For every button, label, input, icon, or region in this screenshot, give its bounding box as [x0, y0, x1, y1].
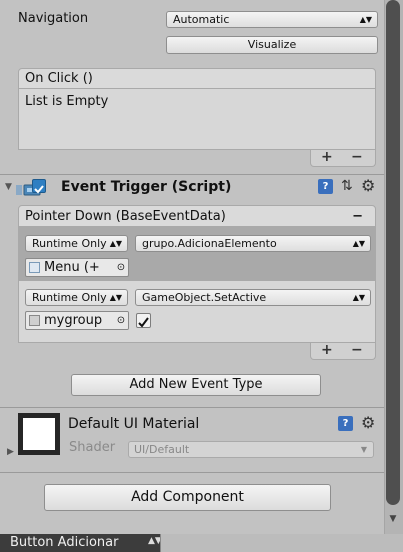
runtime-dropdown-1[interactable]: Runtime Only ▲▼ — [25, 235, 128, 252]
foldout-arrow-icon[interactable]: ▼ — [5, 182, 12, 192]
pointer-down-list: Runtime Only ▲▼ grupo.AdicionaElemento ▲… — [18, 227, 376, 343]
shader-label: Shader — [69, 440, 116, 455]
event-trigger-title: Event Trigger (Script) — [61, 179, 232, 195]
on-click-add-button[interactable]: + — [321, 149, 333, 165]
on-click-footer: + − — [310, 149, 376, 167]
add-new-event-type-button[interactable]: Add New Event Type — [71, 374, 321, 396]
section-divider — [0, 472, 384, 473]
pointer-down-footer: + − — [310, 342, 376, 360]
shader-dropdown: UI/Default ▼ — [128, 441, 374, 458]
material-gear-icon[interactable]: ⚙ — [361, 413, 375, 432]
material-preview — [18, 413, 60, 455]
dropdown-arrow-icon: ▲▼ — [109, 293, 122, 302]
enabled-checkbox[interactable] — [32, 179, 46, 194]
object-value-2: mygroup — [44, 313, 103, 328]
gameobject-icon — [29, 262, 40, 273]
material-help-icon[interactable]: ? — [338, 416, 353, 431]
function-dropdown-1[interactable]: grupo.AdicionaElemento ▲▼ — [135, 235, 371, 252]
section-divider — [0, 174, 384, 175]
dropdown-arrow-icon: ▲▼ — [109, 239, 122, 248]
scroll-down-arrow-icon[interactable]: ▼ — [386, 512, 400, 526]
runtime-dropdown-2[interactable]: Runtime Only ▲▼ — [25, 289, 128, 306]
status-bar-drag-area[interactable] — [160, 534, 403, 552]
dropdown-arrow-icon: ▼ — [360, 445, 367, 454]
runtime-value-1: Runtime Only — [32, 237, 107, 250]
gear-icon[interactable]: ⚙ — [361, 176, 375, 195]
function-value-1: grupo.AdicionaElemento — [142, 237, 277, 250]
section-divider — [0, 407, 384, 408]
dropdown-arrow-icon: ▲▼ — [352, 239, 365, 248]
object-picker-icon[interactable]: ⊙ — [112, 259, 128, 276]
on-click-list: List is Empty — [18, 89, 376, 150]
on-click-header: On Click () — [18, 68, 376, 89]
function-value-2: GameObject.SetActive — [142, 291, 267, 304]
object-name: Button Adicionar — [10, 535, 119, 550]
material-name: Default UI Material — [68, 416, 200, 432]
navigation-mode-dropdown[interactable]: Automatic ▲▼ — [166, 11, 378, 28]
dropdown-arrow-icon: ▲▼ — [359, 15, 372, 24]
visualize-button[interactable]: Visualize — [166, 36, 378, 54]
remove-event-button[interactable]: − — [352, 206, 363, 227]
dropdown-arrow-icon: ▲▼ — [352, 293, 365, 302]
set-active-checkbox[interactable] — [136, 313, 151, 328]
add-component-button[interactable]: Add Component — [44, 484, 331, 511]
remove-entry-button[interactable]: − — [351, 342, 363, 358]
status-bar: Button Adicionar ▲▼ — [0, 534, 403, 552]
add-entry-button[interactable]: + — [321, 342, 333, 358]
foldout-right-arrow-icon[interactable]: ▶ — [7, 447, 14, 457]
navigation-label: Navigation — [18, 11, 89, 26]
on-click-empty-text: List is Empty — [25, 94, 109, 109]
object-value-1: Menu (+ — [44, 260, 100, 275]
preset-sliders-icon[interactable]: ⇅ — [341, 178, 353, 194]
on-click-remove-button[interactable]: − — [351, 149, 363, 165]
shader-value: UI/Default — [134, 443, 190, 456]
object-field-2[interactable]: mygroup ⊙ — [25, 311, 129, 330]
material-preview-swatch — [23, 418, 55, 450]
help-book-icon[interactable]: ? — [318, 179, 333, 194]
pointer-down-title: Pointer Down (BaseEventData) — [25, 209, 226, 224]
cube-icon — [29, 315, 40, 326]
object-picker-icon[interactable]: ⊙ — [112, 312, 128, 329]
object-field-1[interactable]: Menu (+ ⊙ — [25, 258, 129, 277]
pointer-down-header: Pointer Down (BaseEventData) − — [18, 205, 376, 227]
function-dropdown-2[interactable]: GameObject.SetActive ▲▼ — [135, 289, 371, 306]
navigation-mode-value: Automatic — [173, 13, 230, 26]
scrollbar-thumb[interactable] — [386, 0, 400, 505]
runtime-value-2: Runtime Only — [32, 291, 107, 304]
